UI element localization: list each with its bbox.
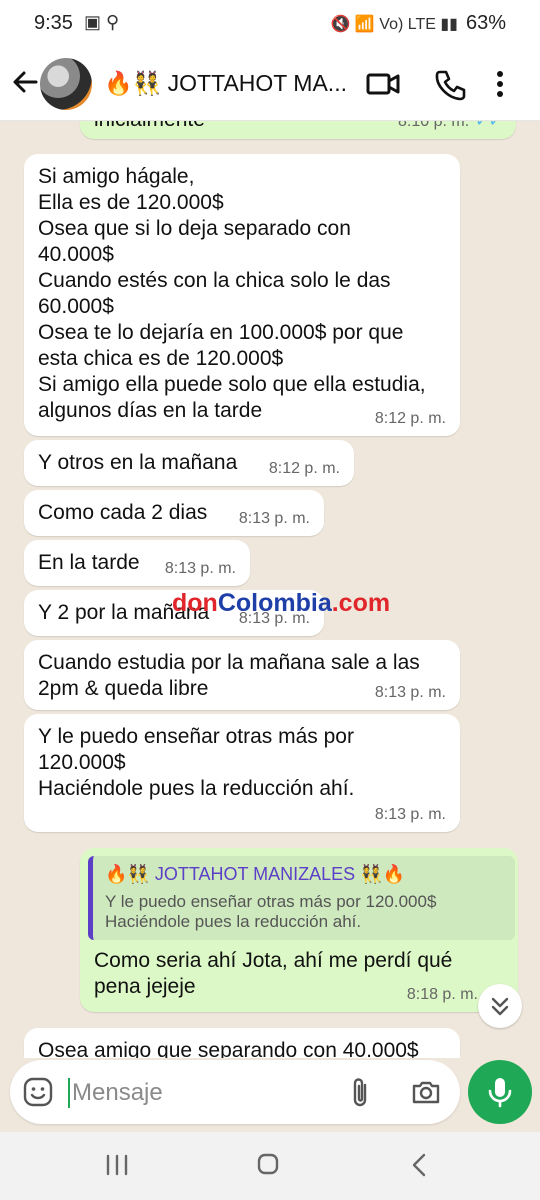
message-text: Como seria ahí Jota, ahí me perdí qué pe… (94, 949, 453, 998)
attach-icon[interactable] (346, 1076, 374, 1110)
quoted-message[interactable]: 🔥👯 JOTTAHOT MANIZALES 👯🔥 Y le puedo ense… (88, 856, 515, 940)
voice-record-button[interactable] (468, 1060, 532, 1124)
camera-icon[interactable] (410, 1076, 442, 1108)
avatar[interactable] (40, 58, 92, 110)
message-bubble-incoming[interactable]: Osea amigo que separando con 40.000$ (24, 1028, 460, 1058)
message-bubble-incoming[interactable]: Cuando estudia por la mañana sale a las … (24, 640, 460, 710)
home-icon[interactable] (256, 1152, 280, 1176)
chevron-double-down-icon (491, 997, 509, 1016)
message-text: Y le puedo enseñar otras más por 120.000… (38, 725, 355, 800)
recent-apps-icon[interactable] (104, 1154, 130, 1176)
message-bubble-incoming[interactable]: Si amigo hágale, Ella es de 120.000$ Ose… (24, 154, 460, 436)
message-time: 8:13 p. m. (374, 806, 446, 823)
message-text: Cuando estudia por la mañana sale a las … (38, 651, 420, 700)
emoji-icon[interactable] (22, 1076, 54, 1108)
quote-author: 🔥👯 JOTTAHOT MANIZALES 👯🔥 (105, 864, 406, 884)
message-text: inicialmente (94, 121, 205, 133)
phone-icon[interactable] (430, 64, 470, 104)
status-right: 🔇 📶 Vo) LTE ▮▮ 63% (331, 12, 506, 35)
message-time: 8:13 p. m. (164, 560, 236, 577)
message-time: 8:13 p. m. (238, 510, 310, 527)
message-text: En la tarde (38, 551, 140, 574)
message-time: 8:13 p. m. (374, 684, 446, 701)
notification-icons: ▣ ⚲ (84, 12, 120, 32)
chat-area[interactable]: inicialmente 8:10 p. m.✓✓ Si amigo hágal… (0, 121, 540, 1058)
read-receipt-icon: ✓✓ (475, 121, 502, 130)
message-input[interactable] (70, 1074, 334, 1112)
status-time: 9:35 (34, 12, 73, 34)
message-bubble-incoming[interactable]: Y otros en la mañana 8:12 p. m. (24, 440, 354, 486)
status-bar: 9:35 ▣ ⚲ 🔇 📶 Vo) LTE ▮▮ 63% (0, 0, 540, 48)
message-time: 8:12 p. m. (268, 460, 340, 477)
message-text: Y otros en la mañana (38, 451, 238, 474)
system-icons: 🔇 📶 Vo) LTE ▮▮ (330, 15, 458, 33)
chat-header: 🔥👯 JOTTAHOT MA... (0, 48, 540, 121)
video-call-icon[interactable] (364, 64, 404, 104)
quote-text: Y le puedo enseñar otras más por 120.000… (105, 892, 437, 931)
microphone-icon (488, 1078, 512, 1108)
back-nav-icon[interactable] (408, 1152, 430, 1178)
message-text: Como cada 2 dias (38, 501, 208, 524)
message-time: 8:12 p. m. (374, 410, 446, 427)
battery-level: 63% (465, 12, 506, 34)
message-text: Si amigo hágale, Ella es de 120.000$ Ose… (38, 165, 426, 422)
message-bubble-incoming[interactable]: Como cada 2 dias 8:13 p. m. (24, 490, 324, 536)
chat-title[interactable]: 🔥👯 JOTTAHOT MA... (104, 70, 347, 97)
menu-icon[interactable] (488, 64, 512, 104)
message-time: 8:18 p. m. (406, 986, 478, 1003)
watermark: donColombia.com (172, 589, 391, 617)
back-arrow-icon[interactable] (8, 62, 42, 102)
message-bubble-incoming[interactable]: En la tarde 8:13 p. m. (24, 540, 250, 586)
navigation-bar (0, 1132, 540, 1200)
message-time: 8:10 p. m. ✓✓ (398, 121, 502, 131)
message-text: Osea amigo que separando con 40.000$ (38, 1039, 419, 1058)
scroll-down-button[interactable] (478, 984, 522, 1028)
message-input-bar (10, 1060, 460, 1124)
message-bubble-outgoing[interactable]: inicialmente 8:10 p. m.✓✓ (80, 121, 516, 139)
message-bubble-outgoing[interactable]: 🔥👯 JOTTAHOT MANIZALES 👯🔥 Y le puedo ense… (80, 848, 518, 1012)
message-bubble-incoming[interactable]: Y le puedo enseñar otras más por 120.000… (24, 714, 460, 832)
